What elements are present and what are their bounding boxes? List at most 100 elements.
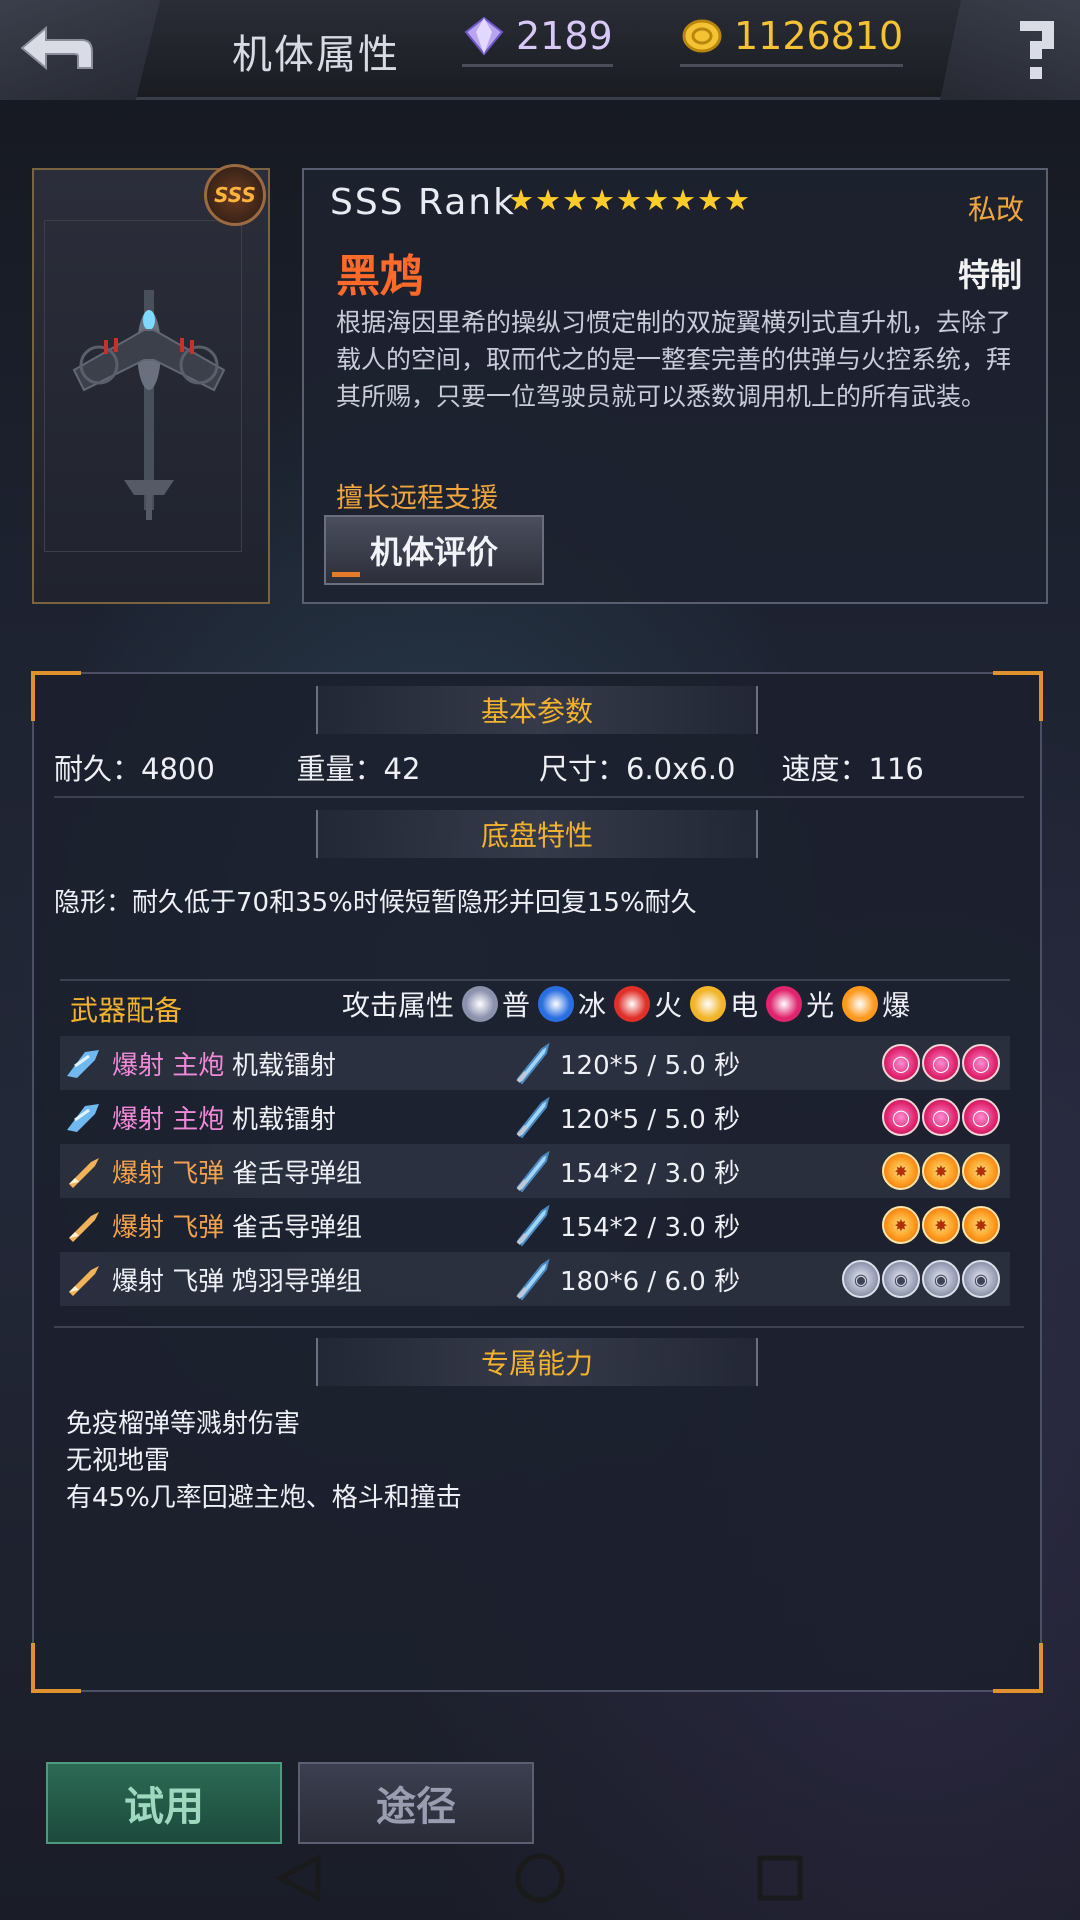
weight-stat: 重量：42 [296, 752, 421, 786]
gem-amount: 2189 [516, 14, 613, 58]
weapon-name: 机载镭射 [232, 1050, 337, 1081]
element-legend: 普 冰 火 电 光爆 [454, 984, 910, 1024]
blast-orb-icon: ✸ [882, 1206, 920, 1244]
weapon-name: 鸩羽导弹组 [232, 1266, 363, 1297]
missile-icon [64, 1259, 104, 1299]
ice-element-icon [538, 986, 575, 1022]
normal-orb-icon: ◉ [882, 1260, 920, 1298]
weapon-damage: 120*5 / 5.0 秒 [560, 1050, 741, 1081]
divider [54, 1326, 1024, 1328]
element-label: 冰 [578, 989, 607, 1022]
weapon-row[interactable]: 爆射 飞弹 雀舌导弹组 154*2 / 3.0 秒 ✸ ✸ ✸ [60, 1198, 1010, 1252]
missile-icon [64, 1151, 104, 1191]
unit-evaluation-button[interactable]: 机体评价 [324, 515, 544, 585]
basic-params-heading: 基本参数 [316, 686, 758, 734]
unit-description: 根据海因里希的操纵习惯定制的双旋翼横列式直升机，去除了载人的空间，取而代之的是一… [336, 308, 1012, 411]
help-button[interactable] [940, 0, 1080, 100]
unit-grade: 特制 [957, 256, 1022, 294]
back-button[interactable] [0, 0, 160, 100]
normal-orb-icon: ◉ [842, 1260, 880, 1298]
star-icon: ★ [616, 183, 642, 217]
weapon-element-orbs: ✸ ✸ ✸ [882, 1206, 1000, 1244]
modification-tag: 私改 [967, 193, 1024, 226]
star-icon: ★ [562, 183, 588, 217]
element-label: 电 [730, 989, 759, 1022]
diamond-icon [464, 16, 504, 56]
light-orb-icon: ◯ [962, 1098, 1000, 1136]
speed-stat: 速度：116 [781, 752, 924, 786]
weapon-header: 武器配备 攻击属性 普 冰 火 电 光 爆 [60, 979, 1010, 1027]
rank-text: SSS Rank [330, 182, 516, 223]
blast-orb-icon: ✸ [922, 1206, 960, 1244]
coin-counter[interactable]: 1126810 [680, 14, 904, 67]
weapon-type: 爆射 飞弹 [112, 1212, 225, 1243]
blast-orb-icon: ✸ [882, 1152, 920, 1190]
unit-specialty: 擅长远程支援 [336, 483, 498, 514]
exclusive-heading: 专属能力 [316, 1338, 758, 1386]
sword-icon [512, 1095, 552, 1139]
weapon-row[interactable]: 爆射 主炮 机载镭射 120*5 / 5.0 秒 ◯ ◯ ◯ [60, 1036, 1010, 1090]
weapons-heading: 武器配备 [70, 994, 183, 1027]
size-stat: 尺寸：6.0x6.0 [539, 752, 736, 786]
blast-orb-icon: ✸ [922, 1152, 960, 1190]
star-icon: ★ [535, 183, 561, 217]
weapon-row[interactable]: 爆射 主炮 机载镭射 120*5 / 5.0 秒 ◯ ◯ ◯ [60, 1090, 1010, 1144]
weapon-name: 雀舌导弹组 [232, 1158, 363, 1189]
element-legend-item: 冰 [538, 984, 606, 1024]
element-legend-item: 光 [766, 984, 834, 1024]
basic-stats-row: 耐久：4800 重量：42 尺寸：6.0x6.0 速度：116 [54, 746, 1024, 788]
gem-counter[interactable]: 2189 [462, 14, 613, 67]
star-icon: ★ [589, 183, 615, 217]
element-legend-item: 爆 [842, 984, 910, 1024]
weapon-element-orbs: ◯ ◯ ◯ [882, 1044, 1000, 1082]
element-legend-item: 火 [614, 984, 682, 1024]
weapon-name: 机载镭射 [232, 1104, 337, 1135]
weapon-damage: 154*2 / 3.0 秒 [560, 1158, 741, 1189]
helicopter-image [72, 290, 226, 520]
weapon-row[interactable]: 爆射 飞弹 鸩羽导弹组 180*6 / 6.0 秒 ◉ ◉ ◉ ◉ [60, 1252, 1010, 1306]
element-label: 普 [502, 989, 531, 1022]
normal-orb-icon: ◉ [922, 1260, 960, 1298]
weapon-list[interactable]: 爆射 主炮 机载镭射 120*5 / 5.0 秒 ◯ ◯ ◯ 爆射 主炮 机载镭射 120*5 … [60, 1036, 1010, 1311]
unit-info-panel: SSS Rank ★ ★ ★ ★ ★ ★ ★ ★ ★ 私改 黑鸩 特制 根据海因里希的操纵习惯定… [302, 168, 1048, 604]
ability-item: 免疫榴弹等溅射伤害 [66, 1409, 301, 1439]
element-legend-item: 普 [462, 984, 530, 1024]
light-orb-icon: ◯ [962, 1044, 1000, 1082]
fire-element-icon [614, 986, 651, 1022]
star-icon: ★ [508, 183, 534, 217]
weapon-row[interactable]: 爆射 飞弹 雀舌导弹组 154*2 / 3.0 秒 ✸ ✸ ✸ [60, 1144, 1010, 1198]
light-element-icon [766, 986, 803, 1022]
star-icon: ★ [697, 183, 723, 217]
star-icon: ★ [724, 183, 750, 217]
sword-icon [512, 1203, 552, 1247]
gold-coin-icon [682, 19, 722, 53]
light-orb-icon: ◯ [882, 1044, 920, 1082]
star-icon: ★ [643, 183, 669, 217]
sword-icon [512, 1149, 552, 1193]
weapon-type: 爆射 主炮 [112, 1104, 225, 1135]
light-orb-icon: ◯ [882, 1098, 920, 1136]
rank-badge: SSS [204, 164, 266, 226]
weapon-name: 雀舌导弹组 [232, 1212, 363, 1243]
blast-orb-icon: ✸ [962, 1206, 1000, 1244]
weapon-element-orbs: ✸ ✸ ✸ [882, 1152, 1000, 1190]
element-label: 光 [806, 989, 835, 1022]
weapon-element-orbs: ◉ ◉ ◉ ◉ [842, 1260, 1000, 1298]
stats-panel: 基本参数 耐久：4800 重量：42 尺寸：6.0x6.0 速度：116 底盘特… [31, 671, 1043, 1693]
unit-portrait: SSS [32, 164, 270, 604]
element-label: 火 [654, 989, 683, 1022]
weapon-type: 爆射 飞弹 [112, 1266, 225, 1297]
star-rating: ★ ★ ★ ★ ★ ★ ★ ★ ★ [508, 186, 750, 215]
nav-recents-icon [757, 1855, 803, 1901]
normal-element-icon [462, 986, 499, 1022]
coin-amount: 1126810 [734, 14, 904, 58]
unit-name: 黑鸩 [336, 251, 424, 302]
panel-corner [993, 1643, 1043, 1693]
question-mark-icon [1020, 21, 1054, 79]
electric-element-icon [690, 986, 727, 1022]
normal-orb-icon: ◉ [962, 1260, 1000, 1298]
panel-corner [31, 671, 81, 721]
back-arrow-icon [20, 25, 93, 71]
weapon-damage: 180*6 / 6.0 秒 [560, 1266, 741, 1297]
panel-corner [993, 671, 1043, 721]
